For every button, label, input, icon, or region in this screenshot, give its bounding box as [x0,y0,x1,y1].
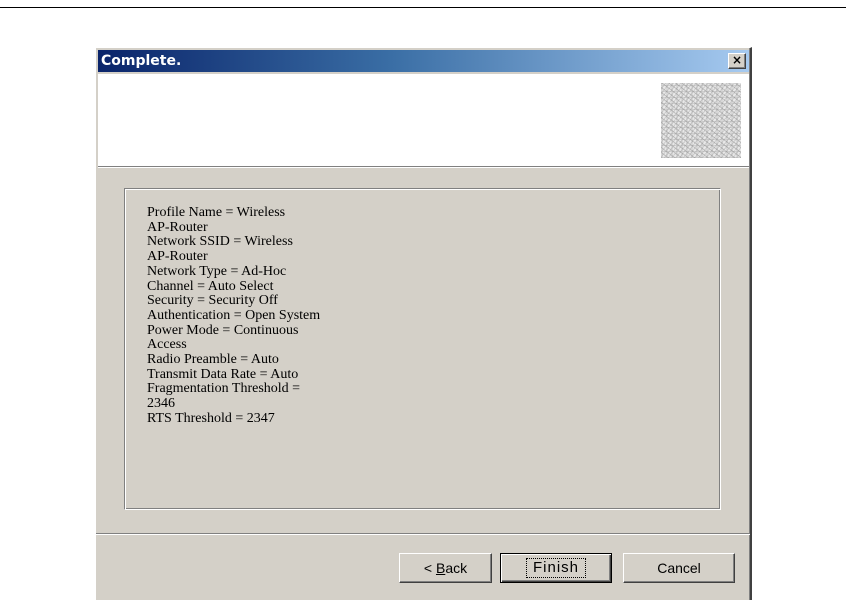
summary-line: Network Type = Ad-Hoc [147,263,287,279]
summary-line: AP-Router [147,219,208,235]
finish-button-label: Finish [525,558,587,578]
summary-line: RTS Threshold = 2347 [147,410,275,426]
footer-separator [96,533,750,535]
summary-groupbox: Profile Name = Wireless AP-Router Networ… [124,188,721,510]
back-button-prefix: < [423,560,436,576]
close-icon: × [731,53,743,67]
header-banner [98,74,749,168]
summary-line: Transmit Data Rate = Auto [147,366,299,382]
back-button-mnemonic: B [435,560,446,576]
summary-line: Profile Name = Wireless [147,205,286,220]
summary-line: 2346 [147,396,175,412]
page-top-rule [0,7,846,8]
summary-line: Network SSID = Wireless [147,234,293,250]
summary-line: Radio Preamble = Auto [147,352,279,368]
summary-list: Profile Name = Wireless AP-Router Networ… [147,205,321,427]
close-button[interactable]: × [728,53,746,69]
title-bar[interactable]: Complete. × [98,50,749,72]
summary-line: Access [147,337,187,353]
summary-line: Authentication = Open System [147,307,321,323]
summary-line: Fragmentation Threshold = [147,381,301,397]
header-logo-image [661,83,741,158]
summary-line: AP-Router [147,249,208,265]
cancel-button-label: Cancel [657,560,701,576]
finish-button[interactable]: Finish [500,553,612,583]
back-button[interactable]: < Back [399,553,492,583]
summary-line: Channel = Auto Select [147,278,274,294]
summary-line: Security = Security Off [147,293,278,309]
wizard-dialog: Complete. × Profile Name = Wireless AP-R… [95,47,752,600]
cancel-button[interactable]: Cancel [623,553,735,583]
summary-line: Power Mode = Continuous [147,322,299,338]
back-button-label: ack [445,560,468,576]
dialog-title: Complete. [101,53,182,69]
